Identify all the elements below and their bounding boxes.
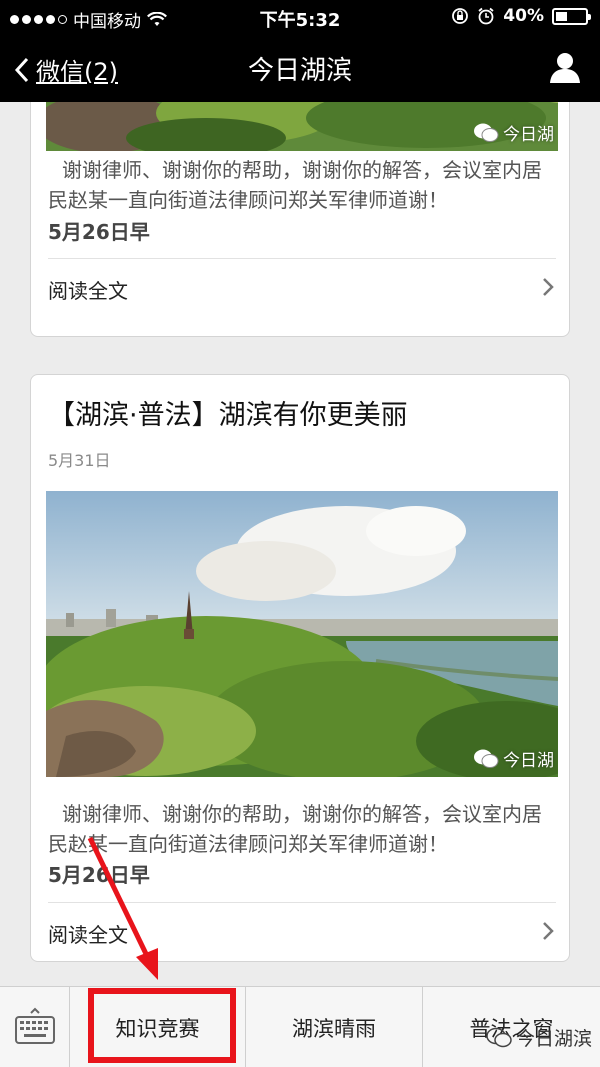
article-image: 今日湖 [46,102,558,151]
article-title: 【湖滨·普法】湖滨有你更美丽 [48,400,408,431]
page-watermark: 今日湖滨 [486,1024,592,1051]
battery-percent: 40% [503,6,544,26]
divider [48,258,556,259]
page-title: 今日湖滨 [247,56,352,86]
status-bar: 中国移动 下午5:32 40% [0,0,600,34]
read-more-link[interactable]: 阅读全文 [48,275,128,304]
article-list: 今日湖 谢谢律师、谢谢你的帮助，谢谢你的解答，会议室内居民赵某一直向街道法律顾问… [0,102,600,986]
article-description: 谢谢律师、谢谢你的帮助，谢谢你的解答，会议室内居民赵某一直向街道法律顾问郑关军律… [48,802,542,856]
rotation-lock-icon [452,8,469,24]
article-desc-date: 5月26日早 [48,863,150,887]
read-more-link[interactable]: 阅读全文 [48,919,128,948]
battery-icon [552,7,591,25]
chevron-right-icon [543,278,554,296]
article-description: 谢谢律师、谢谢你的帮助，谢谢你的解答，会议室内居民赵某一直向街道法律顾问郑关军律… [48,158,542,212]
menu-item-hubin-weather[interactable]: 湖滨晴雨 [246,987,423,1067]
alarm-icon [478,7,494,25]
wechat-icon [486,1027,512,1047]
status-right: 40% [451,6,591,26]
wechat-icon [474,749,499,768]
highlight-box [88,988,236,1063]
article-card[interactable]: 今日湖 谢谢律师、谢谢你的帮助，谢谢你的解答，会议室内居民赵某一直向街道法律顾问… [30,102,570,337]
keyboard-toggle-button[interactable] [0,987,70,1067]
article-date: 5月31日 [48,451,111,470]
keyboard-icon [15,1007,55,1044]
article-card[interactable]: 【湖滨·普法】湖滨有你更美丽 5月31日 今日湖 谢谢律师、谢谢你的帮助，谢谢你… [30,374,570,962]
divider [48,902,556,903]
article-image: 今日湖 [46,491,558,777]
profile-icon[interactable] [548,50,582,84]
image-watermark: 今日湖 [473,120,554,145]
wechat-icon [474,123,499,142]
article-desc-date: 5月26日早 [48,220,150,244]
image-watermark: 今日湖 [473,746,554,771]
nav-bar: 微信(2) 今日湖滨 [0,34,600,102]
chevron-right-icon [543,922,554,940]
